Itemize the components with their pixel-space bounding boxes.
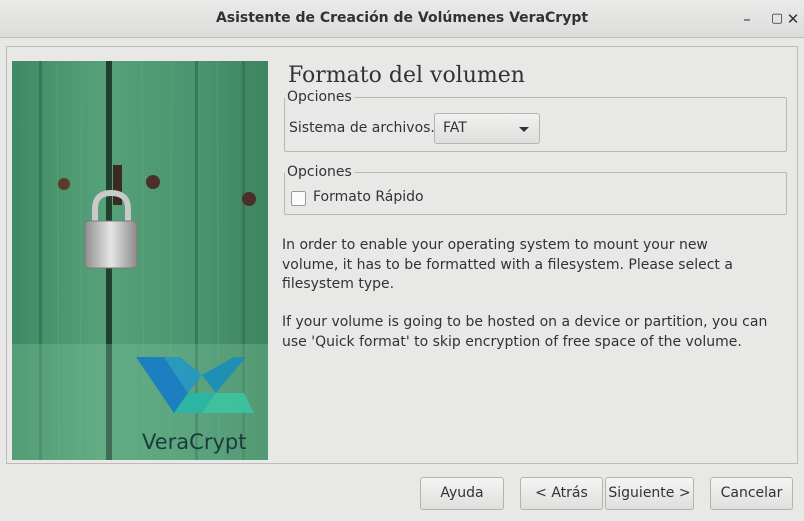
- quick-format-label[interactable]: Formato Rápido: [313, 189, 424, 205]
- help-button[interactable]: Ayuda: [420, 477, 504, 510]
- info-line: If your volume is going to be hosted on …: [282, 314, 768, 330]
- format-options-group: Opciones Formato Rápido: [284, 164, 787, 215]
- next-button[interactable]: Siguiente >: [605, 477, 694, 510]
- minimize-icon[interactable]: –: [736, 8, 758, 30]
- veracrypt-logo-text: VeraCrypt: [142, 430, 246, 454]
- info-line: filesystem type.: [282, 276, 395, 292]
- page-title: Formato del volumen: [288, 63, 525, 85]
- veracrypt-padlock-image: VeraCrypt: [12, 61, 268, 460]
- back-button[interactable]: < Atrás: [520, 477, 603, 510]
- cancel-button[interactable]: Cancelar: [710, 477, 793, 510]
- filesystem-options-group: Opciones Sistema de archivos. FAT: [284, 89, 787, 152]
- filesystem-dropdown[interactable]: FAT: [434, 113, 540, 144]
- info-line: In order to enable your operating system…: [282, 237, 708, 253]
- info-line: volume, it has to be formatted with a fi…: [282, 256, 733, 273]
- chevron-down-icon: [519, 127, 529, 132]
- window-titlebar: Asistente de Creación de Volúmenes VeraC…: [0, 0, 804, 38]
- info-paragraph: If your volume is going to be hosted on …: [282, 313, 782, 352]
- window-title: Asistente de Creación de Volúmenes VeraC…: [215, 10, 589, 26]
- options-group-label: Opciones: [285, 164, 354, 180]
- close-icon[interactable]: ✕: [782, 8, 804, 30]
- info-paragraph: In order to enable your operating system…: [282, 236, 782, 295]
- options-group-label: Opciones: [285, 89, 354, 105]
- info-line: use 'Quick format' to skip encryption of…: [282, 333, 742, 350]
- filesystem-label: Sistema de archivos.: [289, 120, 435, 136]
- quick-format-checkbox[interactable]: [291, 191, 306, 206]
- filesystem-dropdown-value: FAT: [443, 120, 467, 136]
